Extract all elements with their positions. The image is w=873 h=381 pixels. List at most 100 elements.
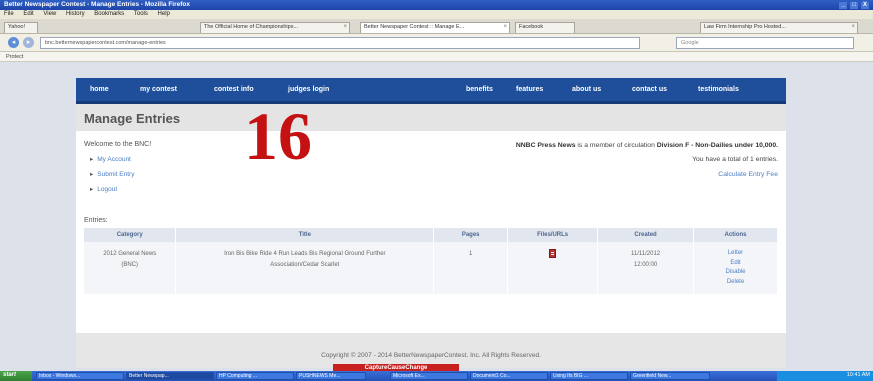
taskbar-item[interactable]: PUSHNEWS Me... (296, 372, 366, 380)
menu-bar: File Edit View History Bookmarks Tools H… (0, 10, 873, 19)
window-titlebar: Better Newspaper Contest - Manage Entrie… (0, 0, 873, 10)
page-header: Manage Entries (76, 104, 786, 131)
pdf-icon[interactable] (549, 249, 557, 258)
taskbar-item[interactable]: Document1 Co... (470, 372, 548, 380)
division-name: Division F - Non-Dailies under 10,000. (656, 142, 778, 149)
menu-file[interactable]: File (4, 11, 14, 17)
nav-contest-info[interactable]: contest info (214, 86, 254, 93)
created-time: 12:00:00 (633, 262, 658, 269)
header-pages[interactable]: Pages (433, 228, 509, 242)
close-icon[interactable]: × (851, 24, 855, 30)
overlay-number: 16 (244, 98, 312, 174)
tab-label: The Official Home of Championships... (204, 24, 299, 30)
taskbar-item[interactable]: Greenfield New... (630, 372, 710, 380)
forward-icon[interactable]: ▸ (23, 37, 34, 48)
browser-viewport: home my contest contest info judges logi… (0, 62, 873, 372)
close-icon[interactable]: × (343, 24, 347, 30)
entry-title: Iron Bis Bike Ride 4 Run Leads Bis Regio… (224, 251, 386, 257)
nav-testimonials[interactable]: testimonials (698, 86, 739, 93)
delete-link[interactable]: Delete (694, 278, 777, 288)
tab-championships[interactable]: The Official Home of Championships... × (200, 22, 350, 33)
taskbar-item[interactable]: HP Computing ... (216, 372, 294, 380)
created-date: 11/11/2012 (630, 251, 661, 257)
page-title: Manage Entries (84, 111, 181, 126)
tab-strip: Yahoo! The Official Home of Championship… (0, 19, 873, 34)
taskbar-item[interactable]: Using Ifs BIG ... (550, 372, 628, 380)
cell-files (507, 242, 599, 294)
entries-label: Entries: (84, 217, 108, 224)
membership-text: is a member of circulation (575, 142, 657, 149)
tab-facebook[interactable]: Facebook (515, 22, 575, 33)
menu-bookmarks[interactable]: Bookmarks (94, 11, 124, 17)
menu-edit[interactable]: Edit (23, 11, 33, 17)
membership-info: NNBC Press News is a member of circulati… (516, 142, 778, 149)
table-row: 2012 General News (BNC) Iron Bis Bike Ri… (84, 242, 778, 294)
edit-link[interactable]: Edit (694, 259, 777, 269)
nav-contact-us[interactable]: contact us (632, 86, 667, 93)
tab-label: Law Firm Internship Pro Hosted... (704, 24, 786, 30)
close-icon[interactable]: × (503, 24, 507, 30)
tab-yahoo[interactable]: Yahoo! (4, 22, 38, 33)
search-input[interactable]: Google (676, 37, 854, 49)
nav-judges-login[interactable]: judges login (288, 86, 329, 93)
menu-help[interactable]: Help (158, 11, 170, 17)
header-actions[interactable]: Actions (693, 228, 778, 242)
tab-law-firm[interactable]: Law Firm Internship Pro Hosted... × (700, 22, 858, 33)
nav-my-contest[interactable]: my contest (140, 86, 177, 93)
copyright-text: Copyright © 2007 - 2014 BetterNewspaperC… (321, 352, 541, 359)
minimize-button[interactable]: _ (839, 2, 848, 9)
start-button[interactable]: start (0, 371, 32, 381)
site-footer: Copyright © 2007 - 2014 BetterNewspaperC… (76, 333, 786, 368)
menu-tools[interactable]: Tools (134, 11, 148, 17)
category-code: (BNC) (121, 262, 139, 269)
category-name: 2012 General News (103, 251, 157, 257)
cell-pages: 1 (433, 242, 509, 294)
clock: 10:41 AM (846, 372, 870, 378)
cell-title: Iron Bis Bike Ride 4 Run Leads Bis Regio… (175, 242, 435, 294)
tab-label: Facebook (519, 24, 544, 30)
header-category[interactable]: Category (84, 228, 177, 242)
logout-link[interactable]: Logout (90, 185, 134, 193)
nav-benefits[interactable]: benefits (466, 86, 493, 93)
cell-category: 2012 General News (BNC) (84, 242, 177, 294)
nav-features[interactable]: features (516, 86, 543, 93)
bookmarks-bar: Protect (0, 52, 873, 62)
maximize-button[interactable]: □ (850, 2, 859, 9)
taskbar-item[interactable]: Microsoft Ex... (390, 372, 468, 380)
tab-label: Better Newspaper Contest :: Manage E... (364, 24, 465, 30)
address-bar[interactable]: bnc.betternewspapercontest.com/manage-en… (40, 37, 640, 49)
back-icon[interactable]: ◂ (8, 37, 19, 48)
site-nav: home my contest contest info judges logi… (76, 78, 786, 104)
my-account-link[interactable]: My Account (90, 155, 134, 163)
menu-history[interactable]: History (66, 11, 85, 17)
calculate-fee-link[interactable]: Calculate Entry Fee (718, 171, 778, 178)
letter-link[interactable]: Letter (694, 249, 777, 259)
welcome-text: Welcome to the BNC! (84, 141, 152, 148)
nav-about-us[interactable]: about us (572, 86, 601, 93)
menu-view[interactable]: View (43, 11, 56, 17)
bookmark-protect[interactable]: Protect (6, 54, 23, 60)
window-title: Better Newspaper Contest - Manage Entrie… (4, 1, 191, 8)
cell-actions: Letter Edit Disable Delete (693, 242, 778, 294)
tab-manage-entries[interactable]: Better Newspaper Contest :: Manage E... × (360, 22, 510, 33)
taskbar-item[interactable]: Better Newspap... (126, 372, 214, 380)
entry-subtitle: Association/Cedar Scarlet (270, 262, 340, 269)
disable-link[interactable]: Disable (694, 268, 777, 278)
nav-home[interactable]: home (90, 86, 109, 93)
entries-table: Category Title Pages Files/URLs Created … (84, 228, 778, 294)
taskbar: start Inbox - Windows... Better Newspap.… (0, 371, 873, 381)
submit-entry-link[interactable]: Submit Entry (90, 170, 134, 178)
cell-created: 11/11/2012 12:00:00 (597, 242, 695, 294)
system-tray: 10:41 AM (777, 371, 873, 381)
account-links: My Account Submit Entry Logout (90, 155, 134, 200)
close-button[interactable]: X (861, 2, 869, 9)
total-entries: You have a total of 1 entries. (692, 156, 778, 163)
header-files[interactable]: Files/URLs (507, 228, 599, 242)
header-title[interactable]: Title (175, 228, 435, 242)
site-container: home my contest contest info judges logi… (76, 78, 786, 368)
tab-label: Yahoo! (8, 24, 26, 30)
header-created[interactable]: Created (597, 228, 695, 242)
taskbar-item[interactable]: Inbox - Windows... (36, 372, 124, 380)
table-header-row: Category Title Pages Files/URLs Created … (84, 228, 778, 242)
newspaper-name: NNBC Press News (515, 142, 576, 149)
